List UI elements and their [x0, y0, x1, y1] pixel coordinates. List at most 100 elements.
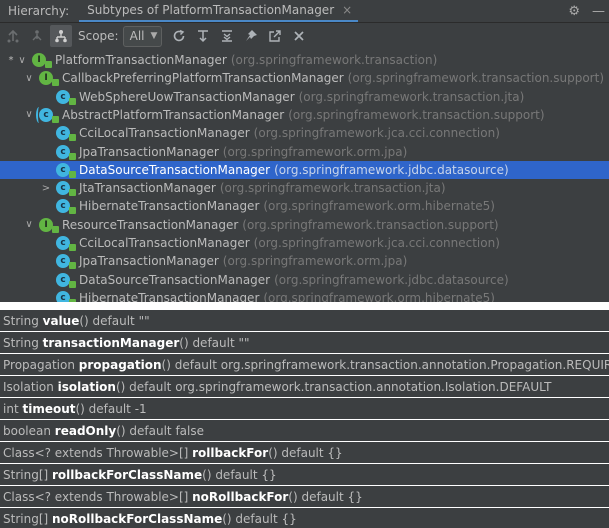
method-default: () default ""	[179, 335, 250, 350]
supertypes-icon[interactable]	[2, 25, 24, 47]
tree-node-name: ResourceTransactionManager	[62, 217, 239, 232]
class-icon: c	[56, 290, 76, 302]
method-return-type: Class<? extends Throwable>[]	[3, 489, 193, 504]
abstract-class-icon: c	[36, 106, 59, 123]
method-row: String transactionManager() default ""	[0, 332, 609, 353]
tree-node[interactable]: ∨ c AbstractPlatformTransactionManager (org…	[0, 106, 609, 124]
abstract-marker	[36, 106, 42, 123]
public-badge-icon	[69, 207, 76, 215]
tree-node-name: CciLocalTransactionManager	[79, 236, 250, 250]
tree-node[interactable]: c HibernateTransactionManager (org.springf…	[0, 197, 609, 215]
class-hierarchy-icon[interactable]	[50, 25, 72, 47]
method-return-type: String	[3, 313, 43, 328]
scope-label: Scope:	[78, 29, 119, 43]
method-signature: Isolation isolation() default org.spring…	[3, 380, 551, 394]
refresh-icon[interactable]	[168, 25, 190, 47]
method-default: () default -1	[75, 401, 147, 416]
close-icon[interactable]	[288, 25, 310, 47]
method-row: String[] rollbackForClassName() default …	[0, 464, 609, 485]
chevron-down-icon[interactable]: ∨	[16, 55, 28, 66]
tab-subtypes[interactable]: Subtypes of PlatformTransactionManager ×	[79, 0, 359, 22]
method-signature: String transactionManager() default ""	[3, 336, 250, 350]
tree-node[interactable]: c JpaTransactionManager (org.springframewo…	[0, 143, 609, 161]
method-signature: Class<? extends Throwable>[] rollbackFor…	[3, 446, 343, 460]
method-name: noRollbackForClassName	[52, 511, 223, 526]
tree-node-package: (org.springframework.orm.hibernate5)	[263, 290, 495, 302]
gear-icon[interactable]: ⚙	[568, 4, 580, 19]
method-return-type: boolean	[3, 423, 55, 438]
public-badge-icon	[52, 79, 59, 87]
public-badge-icon	[69, 152, 76, 160]
tree-node-name: JpaTransactionManager	[79, 254, 219, 269]
chevron-down-icon[interactable]: ∨	[23, 73, 35, 84]
tree-node[interactable]: ∨ I CallbackPreferringPlatformTransactionM…	[0, 69, 609, 87]
tree-node[interactable]: c CciLocalTransactionManager (org.springfr…	[0, 234, 609, 252]
method-default: () default {}	[202, 467, 277, 482]
sort-alphabetically-icon[interactable]	[192, 25, 214, 47]
interface-icon: I	[39, 71, 59, 87]
minimize-icon[interactable]: —	[592, 4, 605, 19]
header-actions: ⚙ —	[568, 0, 605, 22]
tree-node[interactable]: c HibernateTransactionManager (org.springf…	[0, 289, 609, 302]
method-row: Propagation propagation() default org.sp…	[0, 354, 609, 375]
method-signature: Class<? extends Throwable>[] noRollbackF…	[3, 490, 363, 504]
method-name: noRollbackFor	[192, 489, 289, 504]
method-row: int timeout() default -1	[0, 398, 609, 419]
public-badge-icon	[52, 115, 59, 123]
method-row: Class<? extends Throwable>[] noRollbackF…	[0, 486, 609, 507]
tree-node[interactable]: c WebSphereUowTransactionManager (org.spri…	[0, 88, 609, 106]
tree-node[interactable]: c DataSourceTransactionManager (org.spring…	[0, 160, 609, 179]
chevron-down-icon[interactable]: ∨	[23, 109, 35, 120]
tree-node-package: (org.springframework.transaction.jta)	[298, 89, 525, 104]
tree-node-name: HibernateTransactionManager	[79, 290, 260, 302]
expand-all-icon[interactable]	[216, 25, 238, 47]
tree-node[interactable]: * ∨ I PlatformTransactionManager (org.spring…	[0, 51, 609, 69]
tree-node-name: CallbackPreferringPlatformTransactionMan…	[62, 71, 344, 86]
tree-node-package: (org.springframework.orm.jpa)	[222, 254, 408, 269]
method-signature: String[] noRollbackForClassName() defaul…	[3, 512, 297, 526]
method-signature: String value() default ""	[3, 314, 150, 328]
export-icon[interactable]	[264, 25, 286, 47]
method-signature: int timeout() default -1	[3, 402, 147, 416]
tree-node[interactable]: c DataSourceTransactionManager (org.spring…	[0, 271, 609, 289]
method-default: () default {}	[268, 445, 343, 460]
method-signature: boolean readOnly() default false	[3, 424, 204, 438]
pin-icon[interactable]	[240, 25, 262, 47]
chevron-right-icon[interactable]: >	[40, 183, 52, 194]
tree-node[interactable]: > c JtaTransactionManager (org.springframew…	[0, 179, 609, 197]
tree-node-name: HibernateTransactionManager	[79, 199, 260, 214]
public-badge-icon	[69, 244, 76, 251]
method-row: Class<? extends Throwable>[] rollbackFor…	[0, 442, 609, 463]
class-icon: c	[56, 236, 76, 251]
class-icon: c	[56, 126, 76, 142]
tree-node-name: WebSphereUowTransactionManager	[79, 89, 295, 104]
scope-dropdown[interactable]: All ▼	[122, 25, 163, 47]
method-row: Isolation isolation() default org.spring…	[0, 376, 609, 397]
subtypes-icon[interactable]	[26, 25, 48, 47]
method-row: boolean readOnly() default false	[0, 420, 609, 441]
class-icon: c	[56, 144, 76, 160]
public-badge-icon	[69, 134, 76, 142]
public-badge-icon	[69, 189, 76, 197]
tree-node-package: (org.springframework.transaction.support…	[347, 71, 605, 86]
method-name: rollbackForClassName	[52, 467, 203, 482]
tree-node[interactable]: c JpaTransactionManager (org.springframewo…	[0, 252, 609, 270]
tree-node-package: (org.springframework.orm.jpa)	[222, 144, 408, 159]
tree-node-name: DataSourceTransactionManager	[79, 272, 271, 287]
method-default: () default org.springframework.transacti…	[115, 379, 552, 394]
hierarchy-tree[interactable]: * ∨ I PlatformTransactionManager (org.spring…	[0, 49, 609, 302]
method-row: String value() default ""	[0, 310, 609, 331]
method-name: transactionManager	[42, 335, 180, 350]
tree-node[interactable]: ∨ I ResourceTransactionManager (org.springf…	[0, 216, 609, 234]
method-name: propagation	[78, 357, 162, 372]
method-return-type: Propagation	[3, 357, 79, 372]
class-icon: c	[56, 272, 76, 288]
method-list: String value() default "" String transact…	[0, 310, 609, 528]
class-icon: c	[56, 89, 76, 105]
tab-close-icon[interactable]: ×	[342, 3, 352, 17]
panel-divider	[0, 302, 609, 310]
public-badge-icon	[52, 225, 59, 233]
class-icon: c	[56, 254, 76, 270]
tree-node[interactable]: c CciLocalTransactionManager (org.springfr…	[0, 124, 609, 142]
chevron-down-icon[interactable]: ∨	[23, 219, 35, 230]
